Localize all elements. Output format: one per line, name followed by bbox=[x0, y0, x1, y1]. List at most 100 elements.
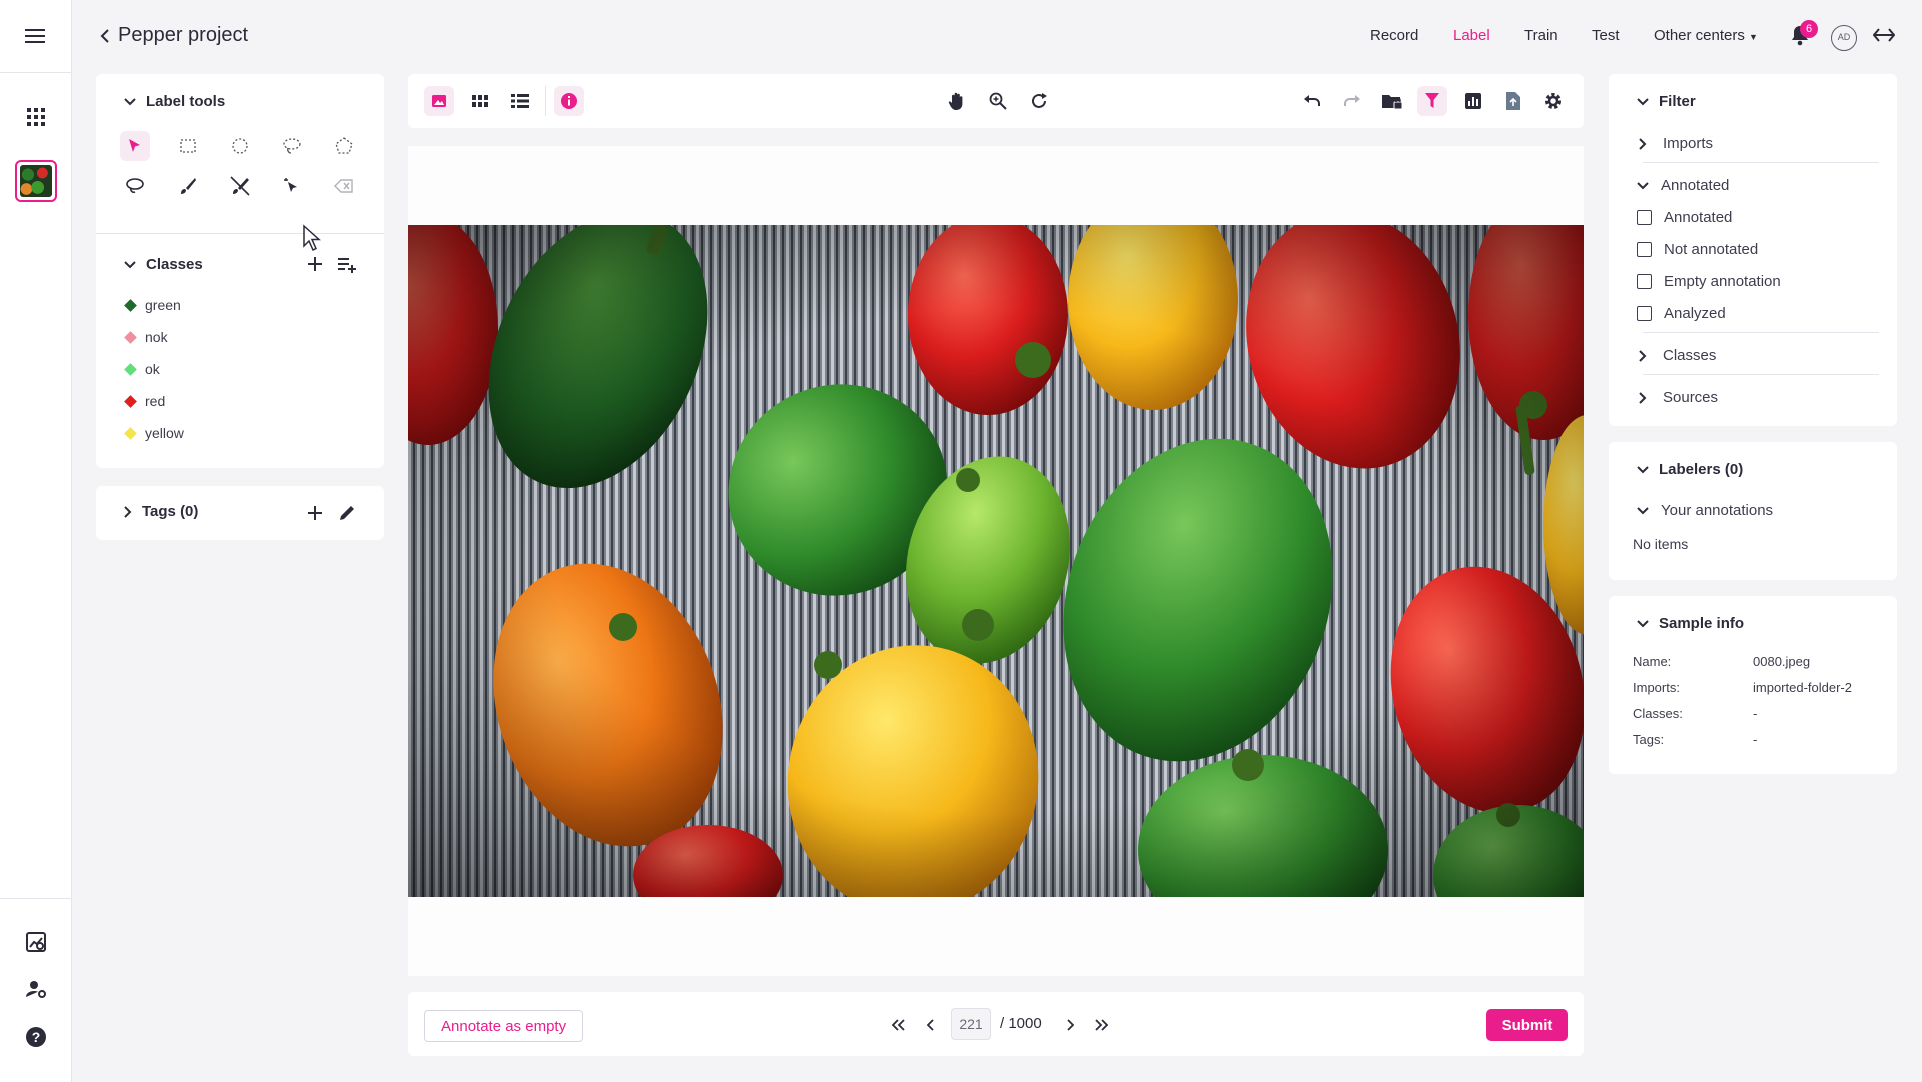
nav-label[interactable]: Label bbox=[1453, 27, 1490, 44]
filter-sources-label: Sources bbox=[1663, 389, 1719, 406]
swap-arrows-icon[interactable] bbox=[1873, 27, 1895, 43]
label-tools-panel: Label tools Classes green nok ok red yel… bbox=[96, 74, 384, 468]
polygon-icon[interactable] bbox=[329, 131, 359, 161]
magic-select-icon[interactable] bbox=[277, 171, 307, 201]
labelers-header[interactable]: Labelers (0) bbox=[1637, 461, 1743, 478]
filter-header[interactable]: Filter bbox=[1637, 93, 1696, 110]
filter-title: Filter bbox=[1659, 93, 1696, 110]
checkbox[interactable] bbox=[1637, 306, 1652, 321]
avatar[interactable]: AD bbox=[1831, 25, 1857, 51]
zoom-icon[interactable] bbox=[983, 86, 1013, 116]
your-annotations-label: Your annotations bbox=[1661, 502, 1774, 519]
class-label: red bbox=[145, 393, 166, 409]
page-number-input[interactable] bbox=[951, 1008, 991, 1040]
checkbox[interactable] bbox=[1637, 274, 1652, 289]
undo-icon[interactable] bbox=[1297, 86, 1327, 116]
tags-header[interactable]: Tags (0) bbox=[124, 503, 198, 520]
sample-info-panel: Sample info Name: 0080.jpeg Imports: imp… bbox=[1609, 596, 1897, 774]
label-tools-header[interactable]: Label tools bbox=[124, 93, 225, 110]
apps-grid-icon[interactable] bbox=[18, 99, 54, 135]
add-class-icon[interactable] bbox=[306, 255, 324, 273]
chevron-down-icon bbox=[124, 260, 136, 269]
filter-option-label: Not annotated bbox=[1664, 241, 1759, 258]
nav-record[interactable]: Record bbox=[1370, 27, 1418, 44]
filter-option-annotated[interactable]: Annotated bbox=[1637, 209, 1732, 226]
list-view-icon[interactable] bbox=[505, 86, 535, 116]
class-item-ok[interactable]: ok bbox=[124, 361, 160, 377]
rectangle-icon[interactable] bbox=[173, 131, 203, 161]
brush-icon[interactable] bbox=[173, 171, 203, 201]
menu-icon[interactable] bbox=[18, 18, 54, 54]
chevron-left-icon bbox=[100, 28, 110, 43]
eraser-brush-icon[interactable] bbox=[225, 171, 255, 201]
filter-option-analyzed[interactable]: Analyzed bbox=[1637, 305, 1726, 322]
annotate-as-empty-button[interactable]: Annotate as empty bbox=[424, 1010, 584, 1042]
sample-info-header[interactable]: Sample info bbox=[1637, 615, 1744, 632]
filter-icon[interactable] bbox=[1417, 86, 1447, 116]
filter-annotated-section-label: Annotated bbox=[1661, 177, 1730, 194]
pan-hand-icon[interactable] bbox=[942, 86, 972, 116]
filter-annotated-section[interactable]: Annotated bbox=[1637, 177, 1729, 194]
folder-lock-icon[interactable] bbox=[1377, 86, 1407, 116]
grid-view-icon[interactable] bbox=[465, 86, 495, 116]
class-item-nok[interactable]: nok bbox=[124, 329, 168, 345]
submit-button[interactable]: Submit bbox=[1486, 1009, 1568, 1041]
image-view-icon[interactable] bbox=[424, 86, 454, 116]
classes-header[interactable]: Classes bbox=[124, 256, 203, 273]
label-tools-title: Label tools bbox=[146, 93, 226, 110]
sample-info-title: Sample info bbox=[1659, 615, 1745, 632]
back-button[interactable]: Pepper project bbox=[100, 24, 248, 47]
chart-icon[interactable] bbox=[1458, 86, 1488, 116]
lasso-icon[interactable] bbox=[277, 131, 307, 161]
filter-classes[interactable]: Classes bbox=[1639, 347, 1716, 364]
chevron-down-icon bbox=[1637, 97, 1649, 106]
chevron-down-icon bbox=[124, 97, 136, 106]
pepper-image[interactable] bbox=[408, 225, 1584, 897]
redo-icon[interactable] bbox=[1337, 86, 1367, 116]
last-page-icon[interactable] bbox=[1090, 1013, 1114, 1037]
rotate-icon[interactable] bbox=[1024, 86, 1054, 116]
user-settings-icon[interactable] bbox=[18, 971, 54, 1007]
ellipse-icon[interactable] bbox=[225, 131, 255, 161]
export-icon[interactable] bbox=[1498, 86, 1528, 116]
your-annotations-toggle[interactable]: Your annotations bbox=[1637, 502, 1773, 519]
class-item-green[interactable]: green bbox=[124, 297, 181, 313]
help-icon[interactable]: ? bbox=[18, 1019, 54, 1055]
playlist-add-icon[interactable] bbox=[337, 256, 357, 274]
image-canvas[interactable] bbox=[408, 146, 1584, 976]
checkbox[interactable] bbox=[1637, 242, 1652, 257]
chevron-right-icon bbox=[1639, 137, 1647, 150]
nav-other-centers[interactable]: Other centers ▼ bbox=[1654, 27, 1758, 44]
pointer-icon[interactable] bbox=[120, 131, 150, 161]
next-page-icon[interactable] bbox=[1059, 1013, 1083, 1037]
class-color-swatch bbox=[124, 426, 137, 440]
class-label: yellow bbox=[145, 425, 184, 441]
class-item-red[interactable]: red bbox=[124, 393, 166, 409]
filter-imports[interactable]: Imports bbox=[1639, 135, 1713, 152]
smart-eraser-icon[interactable] bbox=[329, 171, 359, 201]
checkbox[interactable] bbox=[1637, 210, 1652, 225]
no-items-text: No items bbox=[1633, 536, 1689, 552]
analytics-icon[interactable] bbox=[18, 924, 54, 960]
nav-train[interactable]: Train bbox=[1524, 27, 1558, 44]
freehand-lasso-icon[interactable] bbox=[120, 171, 150, 201]
edit-pencil-icon[interactable] bbox=[337, 503, 357, 523]
filter-option-empty-annotation[interactable]: Empty annotation bbox=[1637, 273, 1781, 290]
first-page-icon[interactable] bbox=[886, 1013, 910, 1037]
filter-sources[interactable]: Sources bbox=[1639, 389, 1718, 406]
class-color-swatch bbox=[124, 394, 137, 408]
project-thumbnail[interactable] bbox=[15, 160, 57, 202]
info-icon[interactable] bbox=[554, 86, 584, 116]
filter-option-not-annotated[interactable]: Not annotated bbox=[1637, 241, 1758, 258]
settings-icon[interactable] bbox=[1538, 86, 1568, 116]
notification-badge: 6 bbox=[1800, 20, 1818, 38]
labelers-panel: Labelers (0) Your annotations No items bbox=[1609, 442, 1897, 580]
left-rail: ? bbox=[0, 0, 72, 1082]
prev-page-icon[interactable] bbox=[918, 1013, 942, 1037]
nav-test[interactable]: Test bbox=[1592, 27, 1620, 44]
info-value-tags: - bbox=[1753, 732, 1758, 747]
class-item-yellow[interactable]: yellow bbox=[124, 425, 184, 441]
class-label: green bbox=[145, 297, 181, 313]
add-tag-icon[interactable] bbox=[306, 504, 324, 522]
class-label: ok bbox=[145, 361, 160, 377]
